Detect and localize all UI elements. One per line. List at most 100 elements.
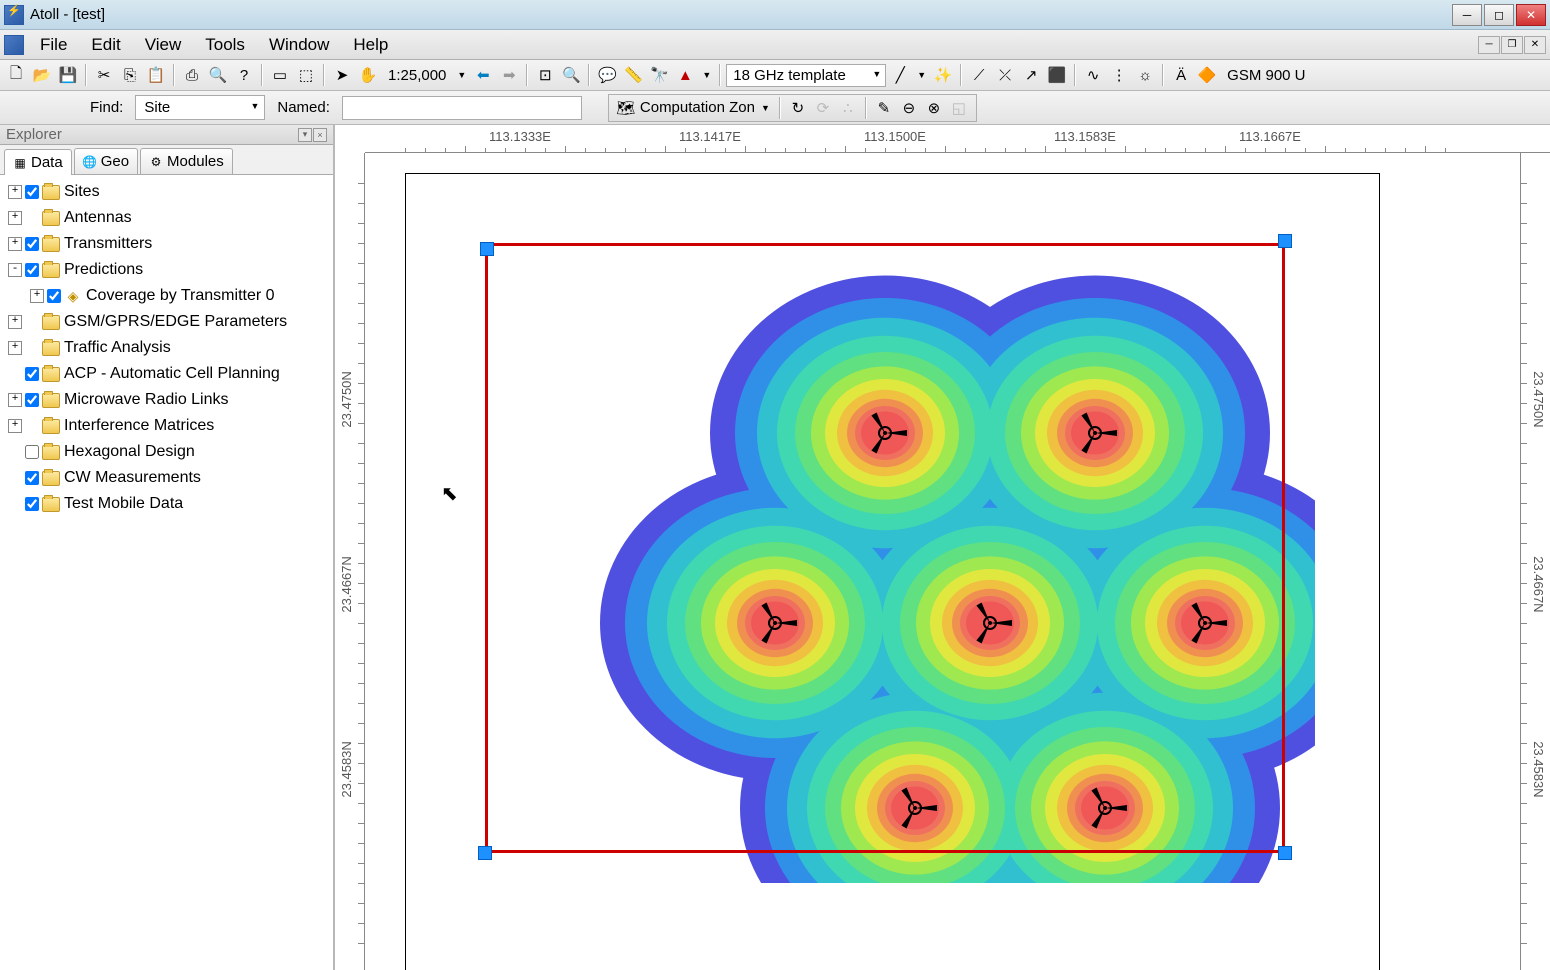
selection-handle[interactable] [478,846,492,860]
line-dropdown[interactable]: ▼ [914,70,929,80]
tree-item[interactable]: Hexagonal Design [2,439,331,465]
back-button[interactable]: ⬅ [471,63,495,87]
t2-button[interactable]: ⤫ [993,63,1017,87]
tree-checkbox[interactable] [25,393,39,407]
selection-handle[interactable] [480,242,494,256]
tree-item[interactable]: CW Measurements [2,465,331,491]
zone-b7-button[interactable]: ◱ [948,97,970,119]
menu-window[interactable]: Window [257,31,341,59]
tree-item[interactable]: +Sites [2,179,331,205]
tree-item[interactable]: -Predictions [2,257,331,283]
site-icon[interactable] [1065,403,1125,463]
binoculars-button[interactable]: 🔭 [647,63,671,87]
tree-item[interactable]: +Transmitters [2,231,331,257]
menu-tools[interactable]: Tools [193,31,257,59]
expand-icon[interactable]: + [30,289,44,303]
expand-icon[interactable] [8,471,22,485]
zoom-area-button[interactable]: ⊡ [533,63,557,87]
expand-icon[interactable] [8,445,22,459]
explorer-tree[interactable]: +Sites+Antennas+Transmitters-Predictions… [0,175,333,970]
tree-item[interactable]: +Traffic Analysis [2,335,331,361]
rect2-button[interactable]: ⬚ [294,63,318,87]
explorer-tab-modules[interactable]: ⚙Modules [140,148,233,174]
expand-icon[interactable]: + [8,185,22,199]
forward-button[interactable]: ➡ [497,63,521,87]
zoom-button[interactable]: 🔍 [559,63,583,87]
map-area[interactable]: 113.1333E113.1417E113.1500E113.1583E113.… [335,125,1550,970]
site-icon[interactable] [1075,778,1135,838]
expand-icon[interactable]: - [8,263,22,277]
expand-icon[interactable]: + [8,315,22,329]
zone-refresh-button[interactable]: ↻ [787,97,809,119]
copy-button[interactable]: ⎘ [118,63,142,87]
palette-button[interactable]: 🔶 [1195,63,1219,87]
zone-dropdown[interactable]: ▼ [758,103,773,113]
tip-button[interactable]: 💬 [595,63,619,87]
zone-icon[interactable]: 🗺 [615,97,637,119]
tree-item[interactable]: ACP - Automatic Cell Planning [2,361,331,387]
named-input[interactable] [342,96,582,120]
tree-checkbox[interactable] [25,237,39,251]
menu-help[interactable]: Help [341,31,400,59]
tree-checkbox[interactable] [25,185,39,199]
tree-checkbox[interactable] [25,445,39,459]
tree-item[interactable]: +◈Coverage by Transmitter 0 [2,283,331,309]
zone-b3-button[interactable]: ∴ [837,97,859,119]
explorer-dropdown-button[interactable]: ▾ [298,128,312,142]
tree-item[interactable]: +Microwave Radio Links [2,387,331,413]
site-button[interactable]: ▲ [673,63,697,87]
menu-edit[interactable]: Edit [79,31,132,59]
wand-button[interactable]: ✨ [931,63,955,87]
explorer-tab-geo[interactable]: 🌐Geo [74,148,138,174]
template-combo[interactable]: 18 GHz template [726,64,886,87]
cut-button[interactable]: ✂ [92,63,116,87]
save-button[interactable]: 💾 [56,63,80,87]
selection-handle[interactable] [1278,234,1292,248]
preview-button[interactable]: 🔍 [206,63,230,87]
find-type-combo[interactable]: Site [135,95,265,120]
menu-file[interactable]: File [28,31,79,59]
tree-checkbox[interactable] [25,367,39,381]
open-button[interactable]: 📂 [30,63,54,87]
pointer-button[interactable]: ➤ [330,63,354,87]
site-icon[interactable] [885,778,945,838]
close-button[interactable]: ✕ [1516,4,1546,26]
site-icon[interactable] [1175,593,1235,653]
tree-checkbox[interactable] [25,471,39,485]
expand-icon[interactable]: + [8,211,22,225]
help-button[interactable]: ? [232,63,256,87]
antenna-button[interactable]: Ä [1169,63,1193,87]
print-button[interactable]: ⎙ [180,63,204,87]
zone-b6-button[interactable]: ⊗ [923,97,945,119]
selection-handle[interactable] [1278,846,1292,860]
tree-item[interactable]: +Antennas [2,205,331,231]
new-button[interactable]: 🗋 [4,63,28,87]
line-button[interactable]: ╱ [888,63,912,87]
site-icon[interactable] [745,593,805,653]
mdi-restore-button[interactable]: ❐ [1501,36,1523,54]
site-dropdown[interactable]: ▼ [699,70,714,80]
tree-checkbox[interactable] [47,289,61,303]
zone-b2-button[interactable]: ⟳ [812,97,834,119]
measure-button[interactable]: 📏 [621,63,645,87]
map-canvas[interactable]: ⬉ [365,153,1520,970]
t4-button[interactable]: ⬛ [1045,63,1069,87]
pan-button[interactable]: ✋ [356,63,380,87]
t5-button[interactable]: ∿ [1081,63,1105,87]
menu-view[interactable]: View [133,31,194,59]
site-icon[interactable] [960,593,1020,653]
explorer-tab-data[interactable]: ▦Data [4,149,72,175]
mdi-minimize-button[interactable]: ─ [1478,36,1500,54]
rect-button[interactable]: ▭ [268,63,292,87]
t6-button[interactable]: ⋮ [1107,63,1131,87]
tree-checkbox[interactable] [25,497,39,511]
minimize-button[interactable]: ─ [1452,4,1482,26]
t7-button[interactable]: ☼ [1133,63,1157,87]
paste-button[interactable]: 📋 [144,63,168,87]
tree-item[interactable]: +Interference Matrices [2,413,331,439]
mdi-close-button[interactable]: ✕ [1524,36,1546,54]
site-icon[interactable] [855,403,915,463]
t1-button[interactable]: ⟋ [967,63,991,87]
zone-b4-button[interactable]: ✎ [873,97,895,119]
maximize-button[interactable]: ◻ [1484,4,1514,26]
